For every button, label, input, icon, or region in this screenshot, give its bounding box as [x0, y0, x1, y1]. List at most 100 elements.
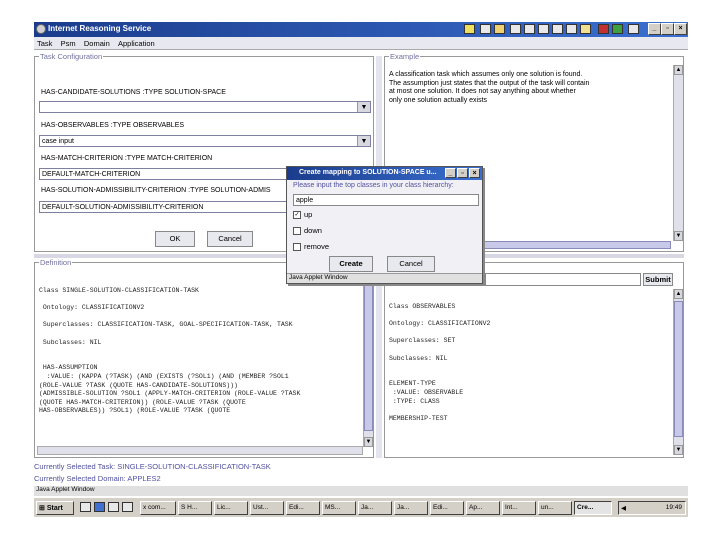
menu-domain[interactable]: Domain — [84, 39, 110, 48]
taskbar-item[interactable]: S H... — [178, 501, 212, 515]
taskbar-item[interactable]: Int... — [502, 501, 536, 515]
scroll-up-icon[interactable]: ▲ — [674, 289, 683, 299]
ok-button[interactable]: OK — [155, 231, 195, 247]
taskbar-item[interactable]: Edi... — [430, 501, 464, 515]
menu-psm[interactable]: Psm — [61, 39, 76, 48]
option-up[interactable]: ✓ up — [293, 210, 312, 220]
window-title: Internet Reasoning Service — [48, 24, 152, 33]
speaker-icon[interactable]: ◀ — [621, 505, 626, 512]
example-scrollbar[interactable]: ▲ ▼ — [673, 65, 683, 241]
taskbar-item[interactable]: un... — [538, 501, 572, 515]
toolbar-icon[interactable] — [552, 24, 563, 34]
dialog-close-button[interactable]: × — [469, 168, 480, 178]
definition-text: Class SINGLE-SOLUTION-CLASSIFICATION-TAS… — [39, 287, 301, 415]
submit-button[interactable]: Submit — [643, 273, 673, 286]
right-scroll-thumb[interactable] — [674, 301, 683, 437]
maximize-button[interactable]: ▫ — [661, 23, 674, 35]
option-down[interactable]: down — [293, 226, 322, 236]
applet-status: Java Applet Window — [34, 486, 688, 496]
admissibility-label: HAS-SOLUTION-ADMISSIBILITY-CRITERION :TY… — [41, 187, 271, 194]
example-line: A classification task which assumes only… — [389, 71, 583, 78]
taskbar-item[interactable]: Edi... — [286, 501, 320, 515]
scroll-down-icon[interactable]: ▼ — [364, 437, 373, 447]
example-hscroll-thumb[interactable] — [475, 241, 671, 249]
match-criterion-select[interactable]: DEFAULT-MATCH-CRITERION — [39, 168, 289, 180]
example-line: The assumption just states that the outp… — [389, 79, 590, 87]
scroll-down-icon[interactable]: ▼ — [674, 231, 683, 241]
menu-task[interactable]: Task — [37, 39, 52, 48]
option-remove[interactable]: remove — [293, 242, 329, 252]
toolbar-icon[interactable] — [524, 24, 535, 34]
menubar: Task Psm Domain Application — [34, 37, 688, 50]
checkbox-icon[interactable] — [293, 227, 301, 236]
toolbar-icon[interactable] — [566, 24, 577, 34]
taskbar-item-active[interactable]: Cre... — [574, 501, 612, 515]
observables-select[interactable]: case input ▼ — [39, 135, 371, 147]
toolbar-icon[interactable] — [612, 24, 623, 34]
taskbar-item[interactable]: Lic... — [214, 501, 248, 515]
toolbar-icon[interactable] — [628, 24, 639, 34]
splitter[interactable] — [376, 262, 382, 458]
taskbar-item[interactable]: Ja... — [358, 501, 392, 515]
menu-application[interactable]: Application — [118, 39, 155, 48]
current-task-status: Currently Selected Task: SINGLE-SOLUTION… — [34, 462, 271, 471]
start-button[interactable]: ⊞ Start — [36, 501, 74, 515]
create-mapping-dialog: Create mapping to SOLUTION-SPACE u... _ … — [286, 166, 483, 284]
toolbar-icon[interactable] — [480, 24, 491, 34]
toolbar-icon[interactable] — [598, 24, 609, 34]
taskbar-item[interactable]: Ust... — [250, 501, 284, 515]
definition-hscroll[interactable] — [37, 446, 363, 455]
right-definition-panel: Submit Class OBSERVABLES Ontology: CLASS… — [384, 262, 684, 458]
toolbar-icon[interactable] — [464, 24, 475, 34]
toolbar-icon[interactable] — [580, 24, 591, 34]
right-definition-text: Class OBSERVABLES Ontology: CLASSIFICATI… — [389, 303, 491, 422]
app-icon — [36, 24, 46, 34]
example-line: at most one solution. It does not say an… — [389, 88, 576, 95]
dialog-cancel-button[interactable]: Cancel — [387, 256, 435, 272]
close-button[interactable]: × — [674, 23, 687, 35]
example-text: A classification task which assumes only… — [389, 71, 589, 105]
windows-icon: ⊞ — [39, 505, 45, 512]
dialog-titlebar[interactable]: Create mapping to SOLUTION-SPACE u... _ … — [287, 167, 482, 180]
cancel-button[interactable]: Cancel — [207, 231, 253, 247]
match-criterion-label: HAS-MATCH-CRITERION :TYPE MATCH-CRITERIO… — [41, 155, 213, 162]
right-definition-scrollbar[interactable]: ▲ ▼ — [673, 289, 683, 455]
candidate-solutions-label: HAS-CANDIDATE-SOLUTIONS :TYPE SOLUTION-S… — [41, 89, 226, 96]
checkbox-icon[interactable] — [293, 243, 301, 252]
quicklaunch-icon[interactable] — [122, 502, 133, 512]
task-config-legend: Task Configuration — [39, 52, 104, 61]
right-definition-input[interactable] — [485, 273, 641, 286]
minimize-button[interactable]: _ — [648, 23, 661, 35]
create-button[interactable]: Create — [329, 256, 373, 272]
definition-legend: Definition — [39, 258, 73, 267]
admissibility-select[interactable]: DEFAULT-SOLUTION-ADMISSIBILITY-CRITERION — [39, 201, 289, 213]
current-domain-status: Currently Selected Domain: APPLES2 — [34, 474, 161, 483]
dialog-minimize-button[interactable]: _ — [445, 168, 456, 178]
toolbar-icon[interactable] — [538, 24, 549, 34]
quicklaunch-icon[interactable] — [108, 502, 119, 512]
class-input[interactable]: apple — [293, 194, 479, 206]
taskbar-item[interactable]: Ap... — [466, 501, 500, 515]
dialog-prompt: Please input the top classes in your cla… — [293, 182, 454, 189]
definition-scroll-thumb[interactable] — [364, 281, 373, 431]
taskbar-item[interactable]: MS... — [322, 501, 356, 515]
chevron-down-icon[interactable]: ▼ — [357, 102, 370, 112]
definition-scrollbar[interactable]: ▼ — [363, 271, 373, 447]
scroll-up-icon[interactable]: ▲ — [674, 65, 683, 75]
candidate-solutions-select[interactable]: ▼ — [39, 101, 371, 113]
quicklaunch-icon[interactable] — [94, 502, 105, 512]
dialog-title: Create mapping to SOLUTION-SPACE u... — [299, 169, 437, 176]
toolbar-icon[interactable] — [510, 24, 521, 34]
chevron-down-icon[interactable]: ▼ — [357, 136, 370, 146]
toolbar-icon[interactable] — [494, 24, 505, 34]
scroll-down-icon[interactable]: ▼ — [674, 445, 683, 455]
taskbar: ⊞ Start x com... S H... Lic... Ust... Ed… — [34, 497, 688, 517]
observables-label: HAS-OBSERVABLES :TYPE OBSERVABLES — [41, 122, 185, 129]
checkbox-checked-icon[interactable]: ✓ — [293, 211, 301, 220]
definition-panel: Definition Class SINGLE-SOLUTION-CLASSIF… — [34, 258, 374, 458]
taskbar-item[interactable]: Ja... — [394, 501, 428, 515]
dialog-maximize-button[interactable]: ▫ — [457, 168, 468, 178]
quicklaunch-icon[interactable] — [80, 502, 91, 512]
window-titlebar[interactable]: Internet Reasoning Service _ ▫ × — [34, 22, 688, 37]
taskbar-item[interactable]: x com... — [140, 501, 176, 515]
